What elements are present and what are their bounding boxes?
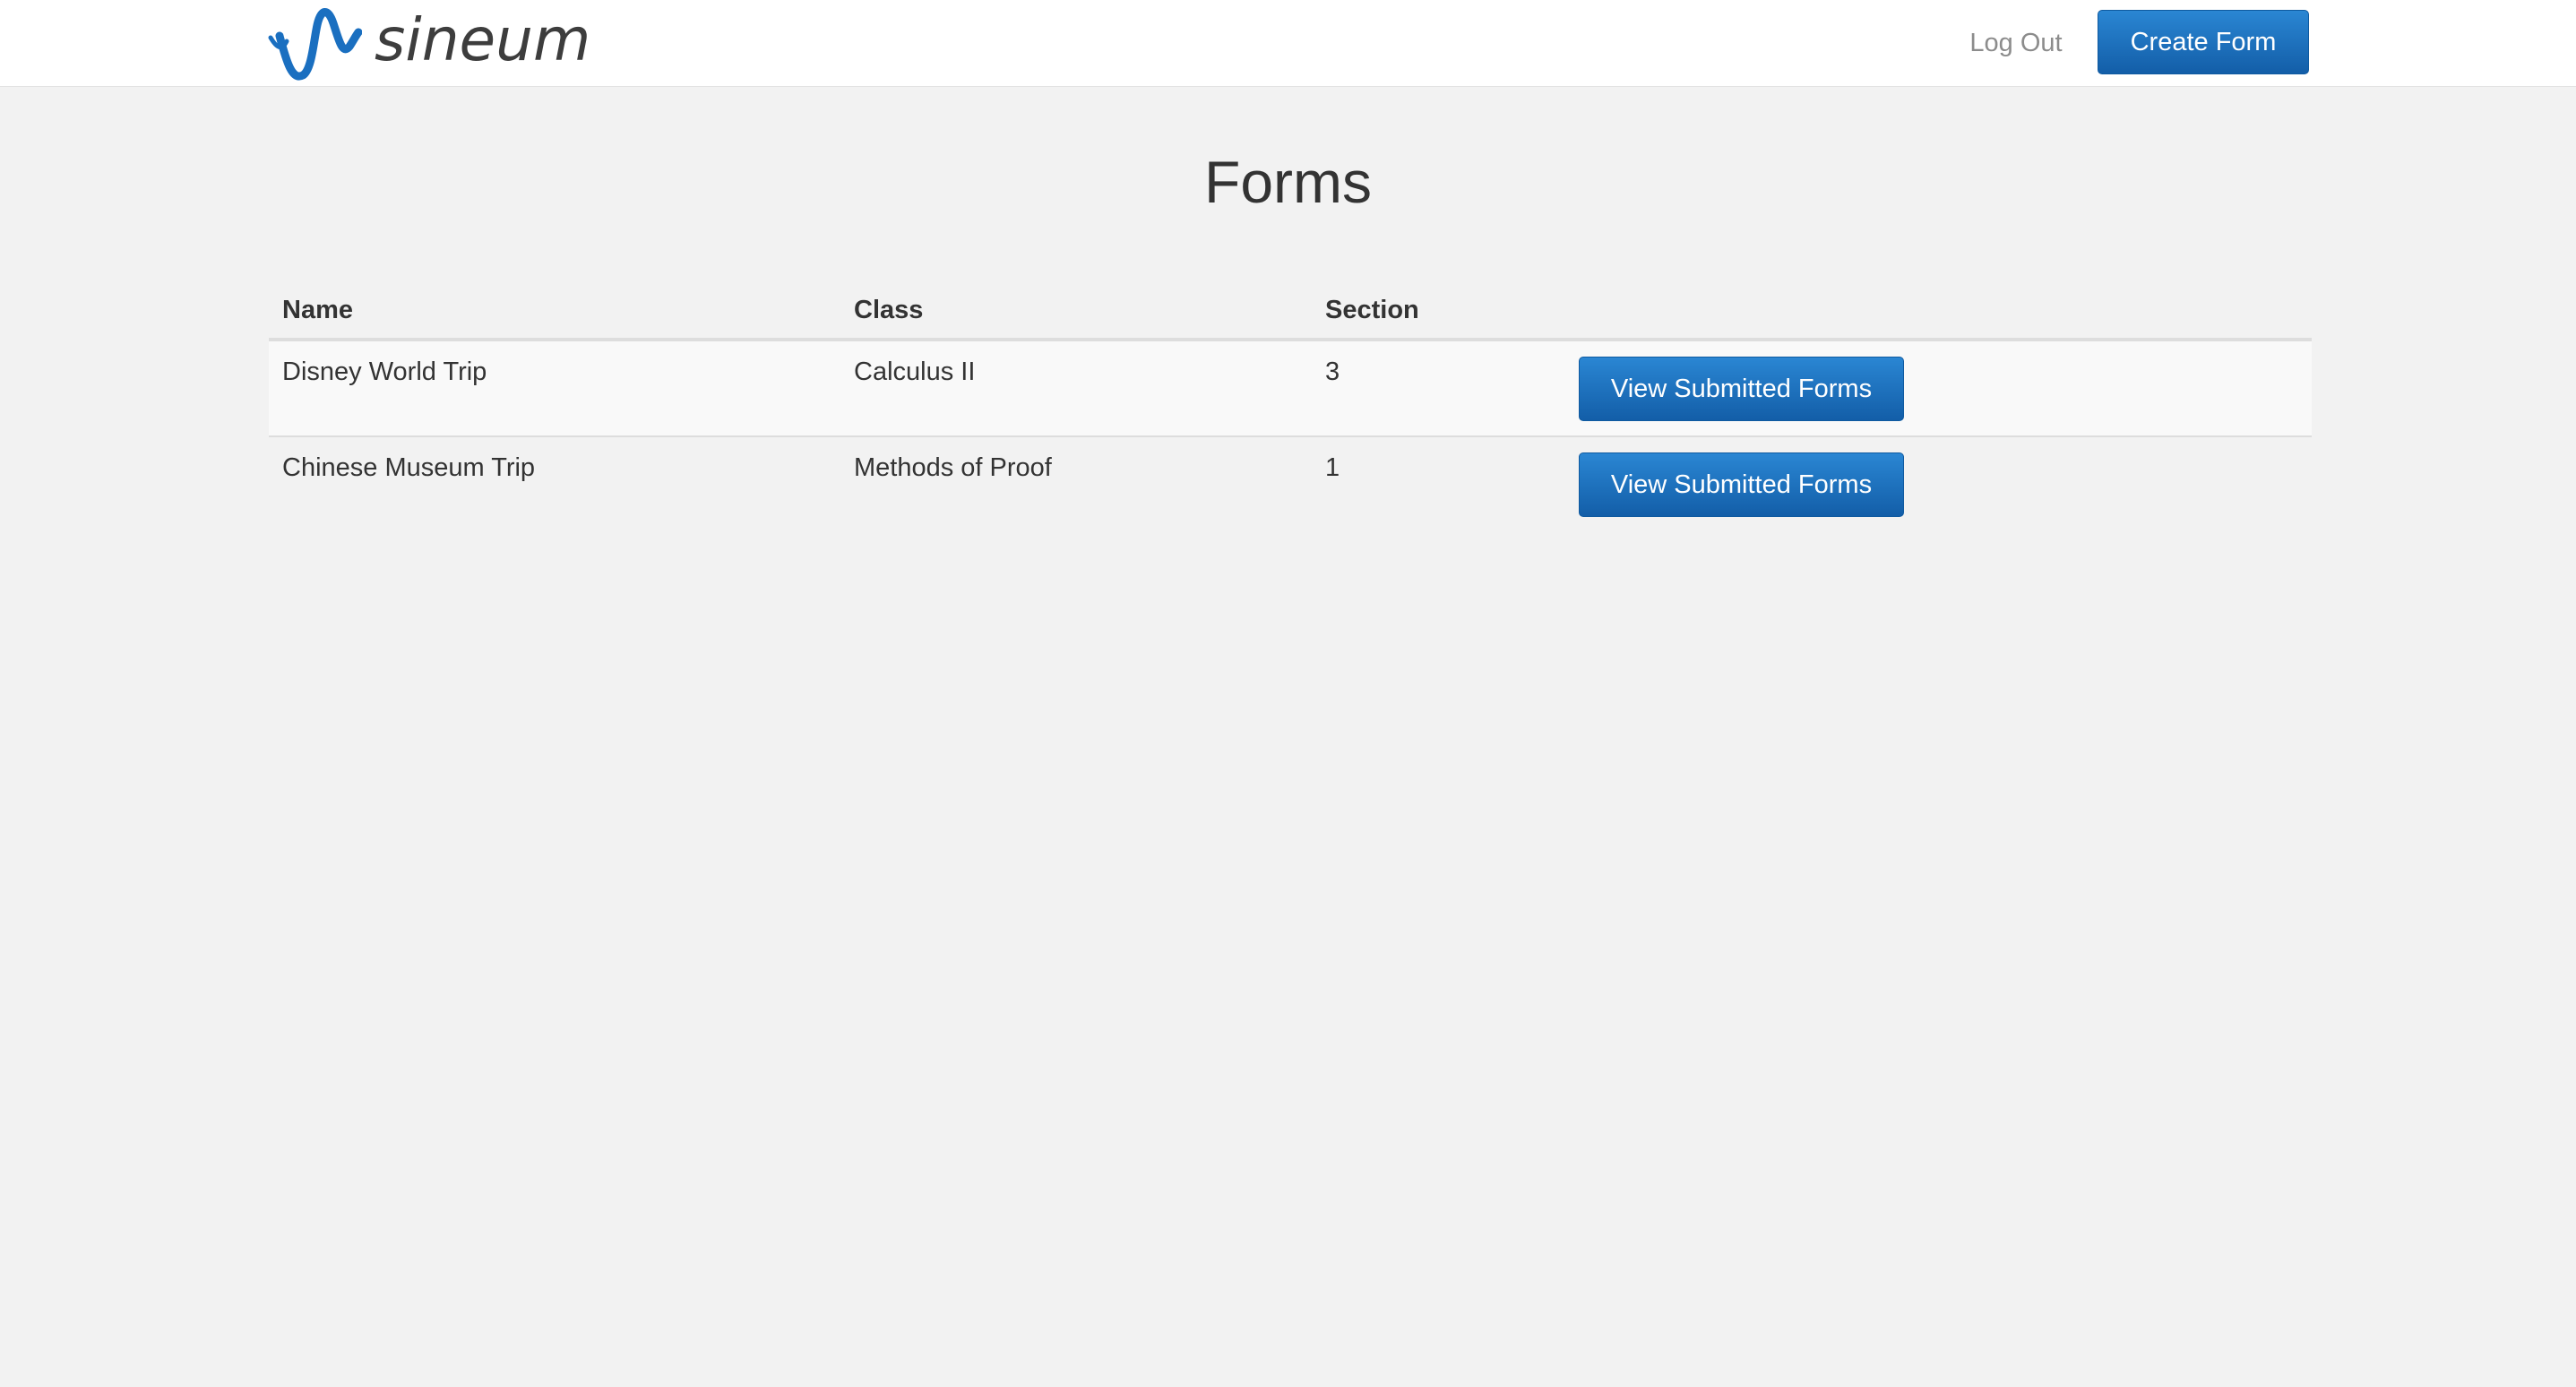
row-section-cell: 3 [1312, 340, 1565, 437]
view-submitted-forms-button[interactable]: View Submitted Forms [1579, 357, 1904, 421]
form-class: Methods of Proof [854, 453, 1052, 482]
brand-logo[interactable]: sineum [267, 5, 590, 81]
logout-link[interactable]: Log Out [1962, 25, 2070, 61]
form-section: 3 [1325, 358, 1340, 386]
row-class-cell: Methods of Proof [840, 436, 1312, 531]
column-header-actions [1565, 280, 2312, 341]
row-name-cell: Chinese Museum Trip [269, 436, 840, 531]
table-row: Chinese Museum Trip Methods of Proof 1 V… [269, 436, 2312, 531]
row-action-cell: View Submitted Forms [1565, 436, 2312, 531]
top-navbar: sineum Log Out Create Form [0, 0, 2576, 87]
form-class: Calculus II [854, 358, 976, 386]
table-row: Disney World Trip Calculus II 3 View Sub… [269, 340, 2312, 437]
row-action-cell: View Submitted Forms [1565, 340, 2312, 437]
form-section: 1 [1325, 453, 1340, 482]
column-header-name: Name [269, 280, 840, 341]
create-form-button[interactable]: Create Form [2098, 10, 2309, 74]
page-title: Forms [1204, 149, 1372, 215]
form-name: Chinese Museum Trip [282, 453, 536, 482]
column-header-class: Class [840, 280, 1312, 341]
form-name: Disney World Trip [282, 358, 487, 386]
view-submitted-forms-button[interactable]: View Submitted Forms [1579, 452, 1904, 517]
row-name-cell: Disney World Trip [269, 340, 840, 437]
brand-name: sineum [375, 5, 591, 74]
column-header-section: Section [1312, 280, 1565, 341]
table-header-row: Name Class Section [269, 280, 2312, 341]
forms-table: Name Class Section Disney World Trip Cal… [269, 280, 2312, 531]
row-section-cell: 1 [1312, 436, 1565, 531]
sine-wave-icon [268, 8, 362, 81]
row-class-cell: Calculus II [840, 340, 1312, 437]
